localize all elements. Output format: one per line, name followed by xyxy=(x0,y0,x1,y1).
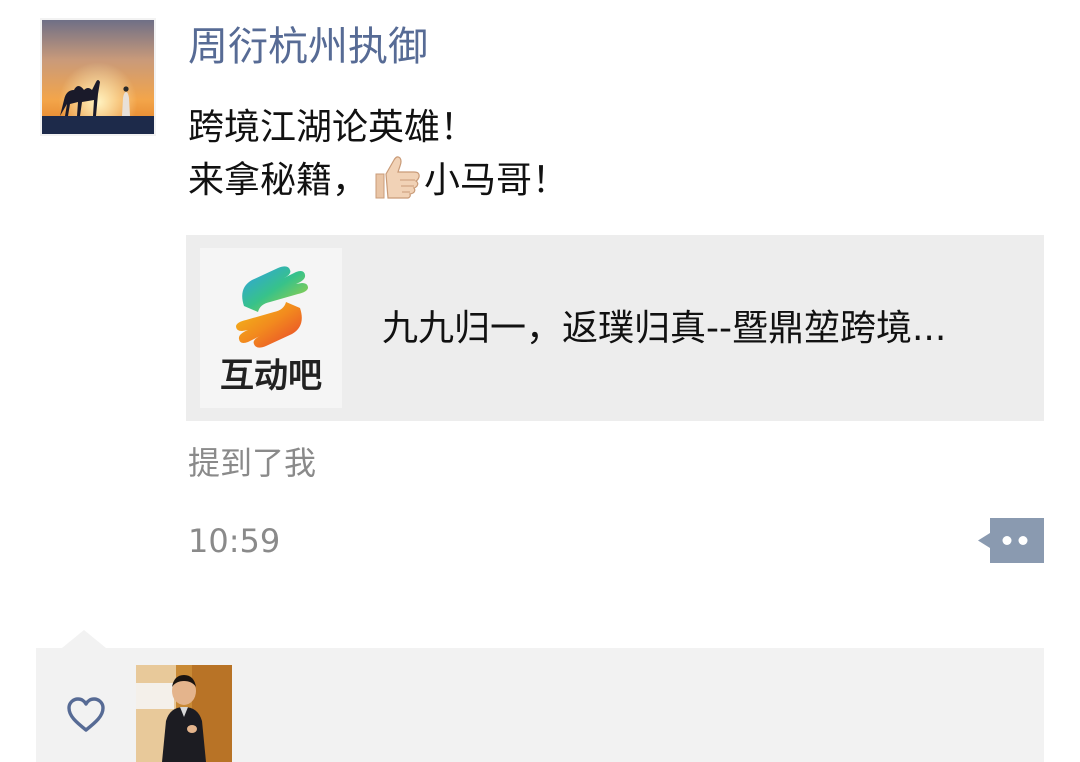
hudongba-logo: 互动吧 xyxy=(200,248,342,408)
hands-logo-icon xyxy=(236,266,308,348)
moments-post: 周衍杭州执御 跨境江湖论英雄！ 来拿秘籍， 小马哥！ 互动吧 九九归一，返璞归真… xyxy=(0,0,1080,762)
author-name[interactable]: 周衍杭州执御 xyxy=(188,22,428,72)
shared-link-card[interactable]: 互动吧 九九归一，返璞归真--暨鼎堃跨境... xyxy=(186,235,1044,421)
comment-like-button[interactable] xyxy=(978,518,1044,563)
more-dots-icon xyxy=(978,518,1044,563)
post-timestamp: 10:59 xyxy=(188,522,281,560)
liker-avatar[interactable] xyxy=(136,665,232,762)
post-text: 跨境江湖论英雄！ 来拿秘籍， 小马哥！ xyxy=(188,102,568,207)
liker-photo-image xyxy=(136,665,232,762)
mentioned-me-label: 提到了我 xyxy=(188,444,317,482)
card-logo-label: 互动吧 xyxy=(220,356,322,396)
post-text-line-1: 跨境江湖论英雄！ xyxy=(188,107,477,148)
post-text-line-2-part-1: 来拿秘籍， xyxy=(188,160,369,201)
post-text-line-2: 来拿秘籍， 小马哥！ xyxy=(188,154,568,207)
camel-sunset-avatar-image xyxy=(42,20,154,134)
thumbs-up-icon xyxy=(370,154,422,200)
likes-panel-arrow xyxy=(62,630,106,648)
shared-link-title[interactable]: 九九归一，返璞归真--暨鼎堃跨境... xyxy=(382,305,1022,353)
author-avatar[interactable] xyxy=(40,18,156,136)
heart-icon xyxy=(66,696,106,734)
post-text-line-2-part-2: 小马哥！ xyxy=(424,160,569,201)
